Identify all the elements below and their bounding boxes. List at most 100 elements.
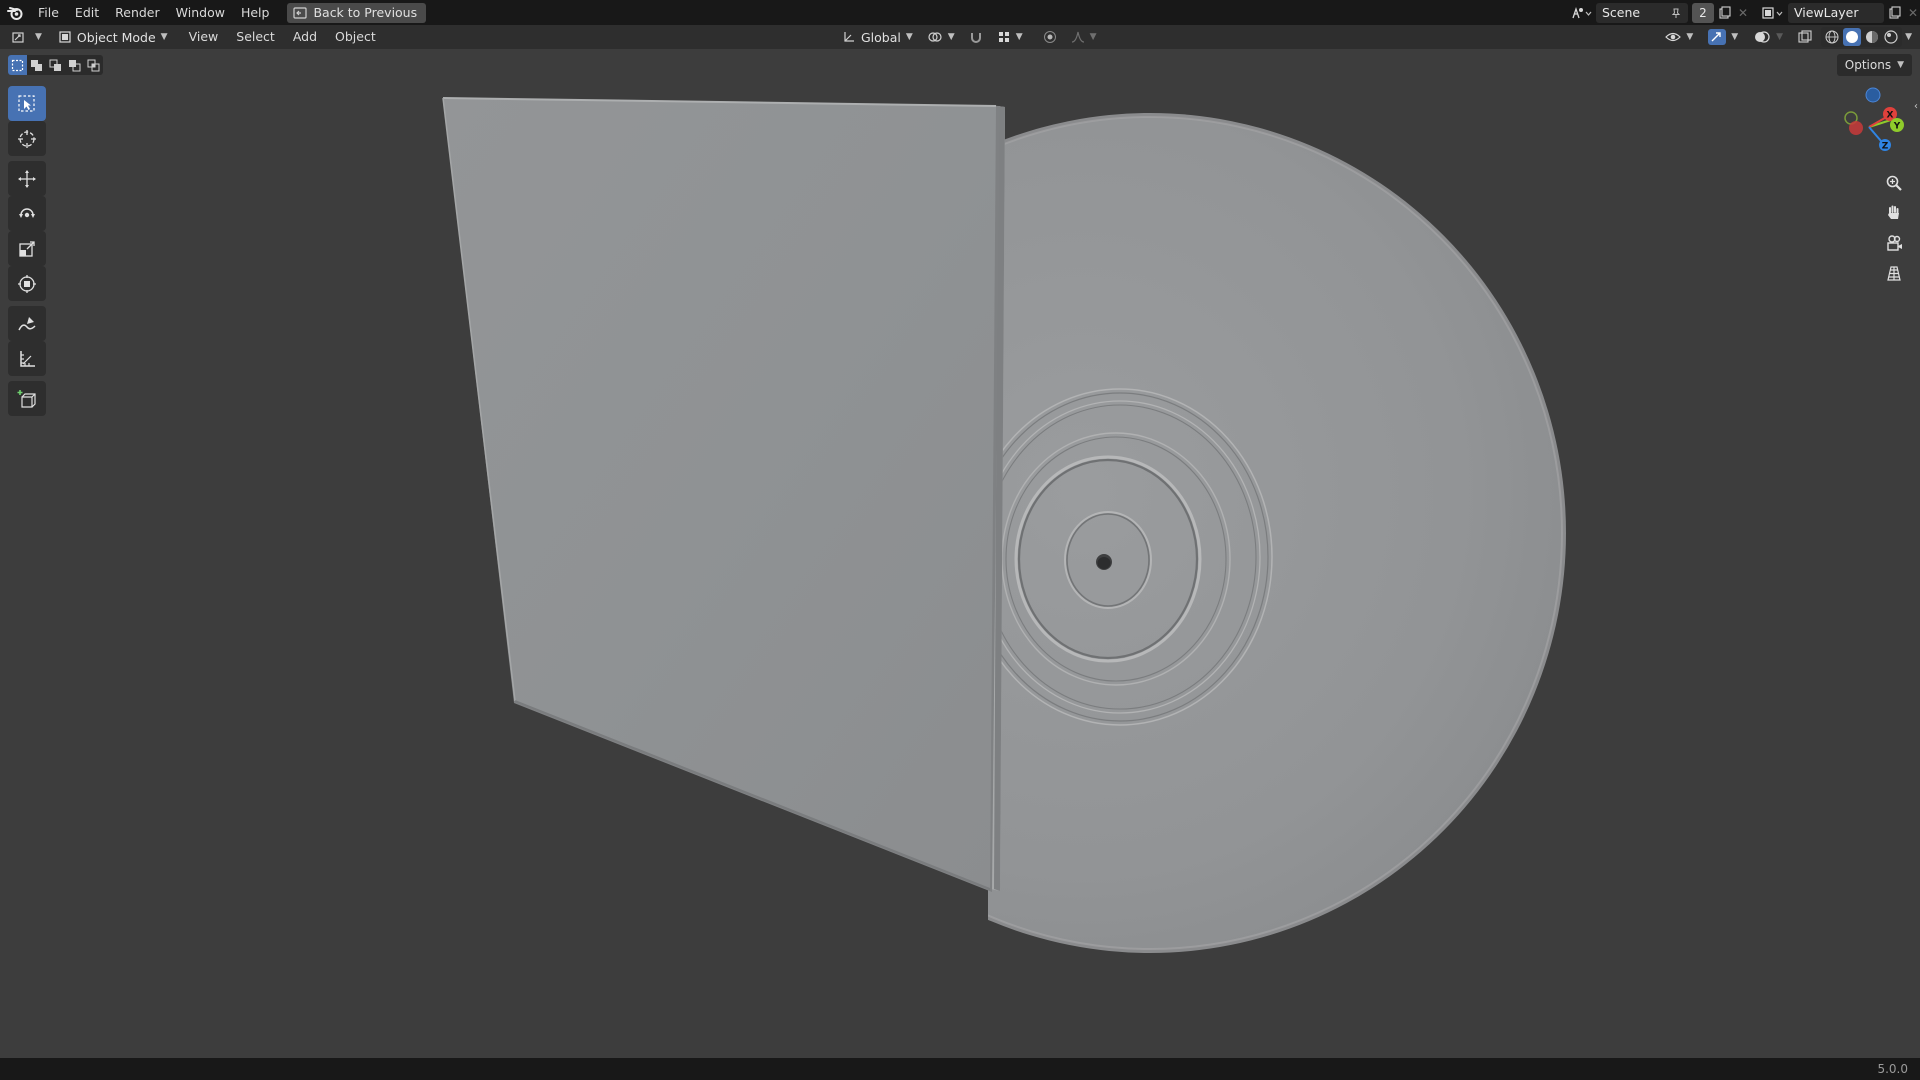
pivot-point-dropdown[interactable]: ▼ xyxy=(921,27,961,47)
options-dropdown[interactable]: Options ▼ xyxy=(1836,54,1912,76)
chevron-down-icon: ▼ xyxy=(1015,32,1023,42)
object-mode-icon xyxy=(59,31,71,43)
chevron-down-icon: ▼ xyxy=(905,32,913,42)
ortho-grid-icon[interactable] xyxy=(1880,259,1908,287)
snap-grid-icon xyxy=(998,32,1009,42)
scale-icon[interactable] xyxy=(8,231,46,266)
scene-name: Scene xyxy=(1602,5,1641,20)
new-view-layer-icon[interactable] xyxy=(1884,3,1906,23)
chevron-down-icon: ▼ xyxy=(1686,32,1694,42)
scene-render xyxy=(442,97,1566,953)
overlays-toggle[interactable]: ▼ xyxy=(1747,27,1789,47)
orientation-label: Global xyxy=(861,29,901,45)
menu-help[interactable]: Help xyxy=(233,0,278,25)
snap-target-dropdown[interactable]: ▼ xyxy=(991,27,1029,47)
transform-icon[interactable] xyxy=(8,266,46,301)
scene-selector-icon[interactable] xyxy=(1566,3,1596,23)
menu-add[interactable]: Add xyxy=(284,25,326,49)
xray-toggle[interactable] xyxy=(1792,27,1818,47)
scene-users-count[interactable]: 2 xyxy=(1692,2,1714,23)
measure-icon[interactable] xyxy=(8,341,46,376)
rotate-icon[interactable] xyxy=(8,196,46,231)
3d-viewport-icon xyxy=(12,32,24,43)
selection-mode-bar xyxy=(8,55,103,75)
proportional-editing-toggle[interactable] xyxy=(1037,27,1063,47)
menu-window[interactable]: Window xyxy=(168,0,233,25)
mode-label: Object Mode xyxy=(76,29,156,45)
magnet-icon xyxy=(970,33,981,43)
gizmo-toggle[interactable]: ▼ xyxy=(1702,27,1744,47)
orientation-axes-icon xyxy=(844,32,854,42)
sidebar-toggle-icon[interactable]: ‹ xyxy=(1914,101,1918,112)
rendered-shading-icon[interactable] xyxy=(1883,29,1899,45)
viewport-header: ▼ Object Mode ▼ View Select Add Object G… xyxy=(0,25,1920,49)
select-new-icon[interactable] xyxy=(8,55,27,75)
material-shading-icon[interactable] xyxy=(1864,29,1880,45)
annotate-icon[interactable] xyxy=(8,306,46,341)
chevron-down-icon: ▼ xyxy=(1731,32,1739,42)
proportional-edit-icon xyxy=(1043,31,1056,43)
back-to-previous-button[interactable]: Back to Previous xyxy=(287,2,427,23)
wireframe-shading-icon[interactable] xyxy=(1824,29,1840,45)
falloff-dropdown[interactable]: ▼ xyxy=(1065,27,1103,47)
overlays-icon xyxy=(1755,31,1770,43)
shading-modes xyxy=(1821,27,1903,47)
gizmo-axis-y: Y xyxy=(1893,122,1901,132)
navigation-gizmo[interactable]: X Y Z xyxy=(1838,85,1908,168)
cursor-icon[interactable] xyxy=(8,121,46,156)
move-icon[interactable] xyxy=(8,161,46,196)
close-view-layer-icon[interactable]: ✕ xyxy=(1906,3,1920,23)
chevron-down-icon: ▼ xyxy=(1089,32,1097,42)
status-bar: 5.0.0 xyxy=(0,1058,1920,1080)
snap-toggle[interactable] xyxy=(962,27,989,47)
chevron-down-icon: ▼ xyxy=(947,32,955,42)
gizmo-axis-z: Z xyxy=(1882,142,1889,152)
menu-object[interactable]: Object xyxy=(326,25,385,49)
pin-icon[interactable] xyxy=(1670,7,1682,19)
editor-type-dropdown[interactable]: ▼ xyxy=(6,27,48,47)
view-layer-field[interactable]: ViewLayer xyxy=(1788,2,1884,23)
add-cube-icon[interactable] xyxy=(8,381,46,416)
select-invert-icon[interactable] xyxy=(65,55,84,75)
blender-logo-icon[interactable] xyxy=(0,0,30,25)
falloff-curve-icon xyxy=(1071,31,1084,43)
mode-dropdown[interactable]: Object Mode ▼ xyxy=(52,27,174,47)
album-sleeve xyxy=(442,97,1000,892)
gizmo-axis-x: X xyxy=(1887,111,1894,121)
close-scene-icon[interactable]: ✕ xyxy=(1736,3,1750,23)
select-extend-icon[interactable] xyxy=(27,55,46,75)
navigation-buttons xyxy=(1880,169,1910,287)
view-layer-name: ViewLayer xyxy=(1794,5,1859,20)
version-label: 5.0.0 xyxy=(1877,1062,1908,1076)
tool-shelf xyxy=(8,86,46,416)
solid-shading-icon[interactable] xyxy=(1843,28,1862,46)
visibility-dropdown[interactable]: ▼ xyxy=(1659,27,1699,47)
transform-orientation-dropdown[interactable]: Global ▼ xyxy=(836,27,919,47)
options-label: Options xyxy=(1844,58,1892,72)
eye-icon xyxy=(1665,32,1682,42)
select-intersect-icon[interactable] xyxy=(84,55,103,75)
zoom-icon[interactable] xyxy=(1880,169,1908,197)
menu-render[interactable]: Render xyxy=(107,0,168,25)
3d-viewport[interactable]: Options ▼ ‹ X Y Z xyxy=(0,49,1920,1058)
menu-select[interactable]: Select xyxy=(227,25,284,49)
top-bar: File Edit Render Window Help Back to Pre… xyxy=(0,0,1920,25)
chevron-down-icon: ▼ xyxy=(1897,60,1904,70)
new-scene-icon[interactable] xyxy=(1714,3,1736,23)
gizmo-icon xyxy=(1708,29,1727,45)
menu-file[interactable]: File xyxy=(30,0,67,25)
scene-name-field[interactable]: Scene xyxy=(1596,2,1688,23)
select-subtract-icon[interactable] xyxy=(46,55,65,75)
pivot-icon xyxy=(928,32,942,42)
menu-edit[interactable]: Edit xyxy=(67,0,107,25)
pan-hand-icon[interactable] xyxy=(1880,199,1908,227)
shading-chevron-down-icon[interactable]: ▼ xyxy=(1905,32,1912,42)
back-to-previous-label: Back to Previous xyxy=(313,5,418,20)
xray-icon xyxy=(1798,30,1812,43)
view-layer-selector-icon[interactable] xyxy=(1758,3,1788,23)
chevron-down-icon: ▼ xyxy=(1776,32,1784,42)
menu-view[interactable]: View xyxy=(180,25,228,49)
select-box-icon[interactable] xyxy=(8,86,46,121)
camera-icon[interactable] xyxy=(1880,229,1908,257)
chevron-down-icon: ▼ xyxy=(160,32,168,42)
